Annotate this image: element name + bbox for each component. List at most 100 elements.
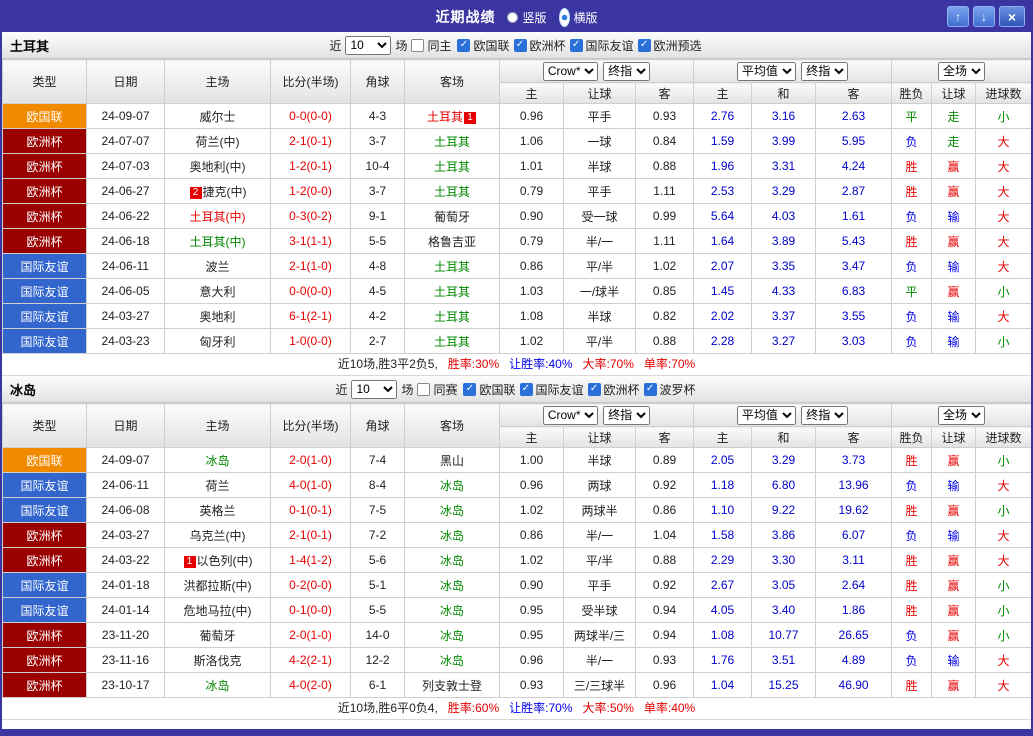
- result-outcome: 平: [892, 104, 932, 129]
- result-outcome: 负: [892, 648, 932, 673]
- home-team: 葡萄牙: [165, 623, 271, 648]
- result-handicap: 赢: [932, 598, 976, 623]
- summary-segment: 大率:50%: [583, 701, 634, 715]
- match-row: 国际友谊24-03-23匈牙利1-0(0-0)2-7土耳其1.02平/半0.88…: [3, 329, 1032, 354]
- competition-filter[interactable]: ✓欧洲杯: [588, 381, 640, 398]
- scope-select[interactable]: 全场: [938, 62, 985, 81]
- away-win-odds: 0.89: [636, 448, 694, 473]
- match-row: 欧洲杯23-11-16斯洛伐克4-2(2-1)12-2冰岛0.96半/一0.93…: [3, 648, 1032, 673]
- handicap-line: 平/半: [564, 329, 636, 354]
- competition-filters: ✓欧国联 ✓欧洲杯✓国际友谊✓欧洲预选: [457, 37, 703, 54]
- away-win-odds: 0.82: [636, 304, 694, 329]
- team-name: 冰岛: [10, 380, 36, 399]
- team-name-text: 威尔士: [199, 110, 235, 124]
- match-type: 国际友谊: [3, 573, 87, 598]
- match-date: 24-03-27: [87, 304, 165, 329]
- match-score: 2-1(0-1): [271, 523, 351, 548]
- competition-filter[interactable]: ✓国际友谊: [570, 37, 634, 54]
- corner-score: 4-3: [351, 104, 405, 129]
- corner-score: 6-1: [351, 673, 405, 698]
- close-button[interactable]: ×: [999, 6, 1025, 27]
- result-goals: 小: [976, 104, 1032, 129]
- team-name-text: 荷兰: [205, 479, 229, 493]
- competition-filter[interactable]: ✓欧洲预选: [638, 37, 702, 54]
- competition-filter-label: 欧国联: [479, 381, 515, 398]
- recent-label: 近: [329, 37, 341, 54]
- recent-count-select[interactable]: 10: [345, 36, 391, 55]
- avg-draw-odds: 6.80: [752, 473, 816, 498]
- avg-home-odds: 2.07: [694, 254, 752, 279]
- result-goals: 小: [976, 329, 1032, 354]
- match-score: 0-1(0-1): [271, 498, 351, 523]
- layout-option-vertical[interactable]: 竖版: [507, 9, 546, 26]
- match-score: 0-2(0-0): [271, 573, 351, 598]
- layout-option-horizontal[interactable]: 横版: [559, 8, 598, 27]
- team-name-text: 格鲁吉亚: [428, 235, 476, 249]
- avg-stage-select[interactable]: 终指: [801, 406, 848, 425]
- sub-header-handicap: 让球: [564, 427, 636, 448]
- result-goals: 小: [976, 498, 1032, 523]
- handicap-line: 半/一: [564, 523, 636, 548]
- result-outcome: 负: [892, 523, 932, 548]
- competition-filter[interactable]: ✓国际友谊: [520, 381, 584, 398]
- away-team: 格鲁吉亚: [405, 229, 500, 254]
- odds-stage-select[interactable]: 终指: [603, 62, 650, 81]
- odds-company-select[interactable]: Crow*: [543, 62, 598, 81]
- avg-home-odds: 1.08: [694, 623, 752, 648]
- summary-segment: 胜率:60%: [448, 701, 499, 715]
- col-header-away: 客场: [405, 60, 500, 104]
- scope-group-header: 全场: [892, 404, 1032, 427]
- result-outcome: 胜: [892, 229, 932, 254]
- away-win-odds: 0.88: [636, 548, 694, 573]
- away-team: 土耳其: [405, 304, 500, 329]
- avg-home-odds: 2.67: [694, 573, 752, 598]
- move-down-button[interactable]: ↓: [973, 6, 995, 27]
- col-header-home: 主场: [165, 60, 271, 104]
- team-name-text: 冰岛: [205, 454, 229, 468]
- competition-filter[interactable]: ✓波罗杯: [644, 381, 696, 398]
- handicap-line: 半/一: [564, 648, 636, 673]
- competition-filter[interactable]: ✓欧洲杯: [514, 37, 566, 54]
- recent-count-select[interactable]: 10: [351, 380, 397, 399]
- away-win-odds: 1.11: [636, 179, 694, 204]
- result-outcome: 平: [892, 279, 932, 304]
- handicap-line: 半球: [564, 304, 636, 329]
- avg-stage-select[interactable]: 终指: [801, 62, 848, 81]
- competition-filter-label: 波罗杯: [660, 381, 696, 398]
- match-score: 1-2(0-0): [271, 179, 351, 204]
- match-score: 0-3(0-2): [271, 204, 351, 229]
- avg-away-odds: 5.43: [816, 229, 892, 254]
- checkbox-checked-icon: ✓: [514, 39, 527, 52]
- odds-stage-select[interactable]: 终指: [603, 406, 650, 425]
- home-team: 波兰: [165, 254, 271, 279]
- competition-filter[interactable]: ✓欧国联: [463, 381, 515, 398]
- same-venue-filter[interactable]: 同赛: [417, 381, 457, 398]
- layout-option-label: 竖版: [522, 9, 546, 26]
- avg-company-select[interactable]: 平均值: [737, 406, 796, 425]
- team-name-text: 冰岛: [440, 479, 464, 493]
- avg-draw-odds: 3.37: [752, 304, 816, 329]
- result-outcome: 胜: [892, 673, 932, 698]
- sub-header-home-odds: 主: [500, 427, 564, 448]
- handicap-line: 半球: [564, 448, 636, 473]
- team-name-text: 冰岛: [440, 654, 464, 668]
- recent-results-panel: 近期战绩 竖版 横版 ↑ ↓ × 土耳其 近 10 场: [0, 0, 1033, 736]
- checkbox-checked-icon: ✓: [570, 39, 583, 52]
- competition-filter[interactable]: ✓欧国联: [457, 37, 509, 54]
- scope-select[interactable]: 全场: [938, 406, 985, 425]
- home-win-odds: 0.79: [500, 179, 564, 204]
- avg-company-select[interactable]: 平均值: [737, 62, 796, 81]
- odds-company-select[interactable]: Crow*: [543, 406, 598, 425]
- summary-segment: 大率:70%: [583, 357, 634, 371]
- checkbox-unchecked-icon: [411, 39, 424, 52]
- result-outcome: 胜: [892, 498, 932, 523]
- same-venue-filter[interactable]: 同主: [411, 37, 451, 54]
- match-date: 24-06-05: [87, 279, 165, 304]
- move-up-button[interactable]: ↑: [947, 6, 969, 27]
- summary-segment: 近10场,胜3平2负5,: [338, 357, 438, 371]
- match-date: 24-03-22: [87, 548, 165, 573]
- team-name-text: 冰岛: [205, 679, 229, 693]
- home-win-odds: 0.95: [500, 623, 564, 648]
- rank-badge: 2: [190, 187, 202, 199]
- avg-away-odds: 4.89: [816, 648, 892, 673]
